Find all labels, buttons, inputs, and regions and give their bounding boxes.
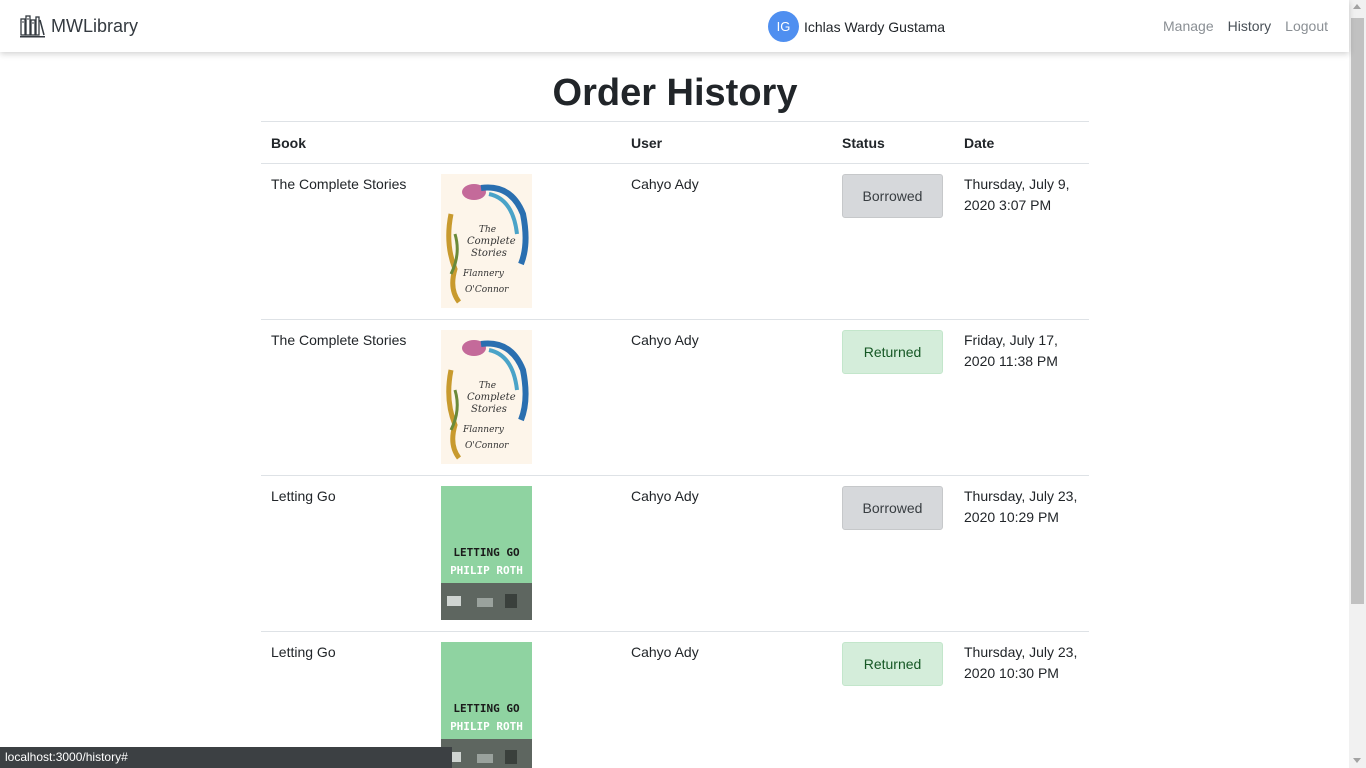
scrollbar-thumb[interactable] [1351, 18, 1364, 604]
nav-history-link[interactable]: History [1228, 18, 1272, 34]
header-user: User [621, 121, 832, 164]
cover-title-2: Complete [467, 236, 516, 247]
date-cell: Thursday, July 23, 2020 10:29 PM [954, 475, 1089, 632]
brand-name: MWLibrary [51, 15, 139, 36]
book-cell: Letting Go LETTING GO PHILIP ROTH [261, 475, 621, 632]
book-cover-image[interactable]: The Complete Stories Flannery O'Connor [441, 174, 532, 308]
nav-manage-link[interactable]: Manage [1163, 18, 1214, 34]
browser-status-bar: localhost:3000/history# [0, 747, 452, 768]
book-cover-image[interactable]: The Complete Stories Flannery O'Connor [441, 330, 532, 464]
brand-link[interactable]: MWLibrary [19, 14, 138, 38]
status-borrowed-button[interactable]: Borrowed [842, 486, 943, 530]
user-cell: Cahyo Ady [621, 163, 832, 320]
cover-title: LETTING GO [453, 546, 520, 559]
scroll-up-arrow-icon[interactable] [1353, 4, 1361, 9]
book-cover-image[interactable]: LETTING GO PHILIP ROTH [441, 642, 532, 768]
status-borrowed-button[interactable]: Borrowed [842, 174, 943, 218]
cover-author-2: O'Connor [465, 441, 509, 451]
header-date: Date [954, 121, 1089, 164]
cover-title-1: The [479, 225, 496, 235]
cover-author-1: Flannery [462, 425, 505, 435]
cover-title-1: The [479, 381, 496, 391]
cover-title: LETTING GO [453, 702, 520, 715]
status-cell: Returned [832, 631, 954, 768]
table-row: The Complete Stories The Complete Storie… [261, 319, 1089, 476]
status-returned-button[interactable]: Returned [842, 642, 943, 686]
table-header-row: Book User Status Date [261, 121, 1089, 164]
avatar[interactable]: IG [768, 11, 799, 42]
status-cell: Borrowed [832, 163, 954, 320]
cover-title-3: Stories [471, 248, 507, 259]
main-content: Order History Book User Status Date The … [261, 52, 1089, 768]
table-row: Letting Go LETTING GO PHILIP ROTH Cahyo … [261, 475, 1089, 632]
user-cell: Cahyo Ady [621, 631, 832, 768]
cover-author-1: Flannery [462, 269, 505, 279]
library-icon [20, 15, 45, 38]
cover-author: PHILIP ROTH [450, 720, 523, 733]
nav-logout-link[interactable]: Logout [1285, 18, 1328, 34]
date-cell: Friday, July 17, 2020 11:38 PM [954, 319, 1089, 476]
cover-title-2: Complete [467, 392, 516, 403]
status-returned-button[interactable]: Returned [842, 330, 943, 374]
book-title: The Complete Stories [271, 332, 407, 348]
cover-author: PHILIP ROTH [450, 564, 523, 577]
book-title: Letting Go [271, 488, 336, 504]
date-cell: Thursday, July 9, 2020 3:07 PM [954, 163, 1089, 320]
date-cell: Thursday, July 23, 2020 10:30 PM [954, 631, 1089, 768]
user-info: IG Ichlas Wardy Gustama [768, 11, 945, 42]
table-row: The Complete Stories The Complete Storie… [261, 163, 1089, 320]
order-history-table: Book User Status Date The Complete Stori… [261, 121, 1089, 768]
page-scrollbar[interactable] [1349, 0, 1366, 768]
navbar: MWLibrary IG Ichlas Wardy Gustama Manage… [0, 0, 1349, 52]
book-cell: The Complete Stories The Complete Storie… [261, 319, 621, 476]
scroll-down-arrow-icon[interactable] [1353, 758, 1361, 763]
header-status: Status [832, 121, 954, 164]
cover-title-3: Stories [471, 404, 507, 415]
status-cell: Returned [832, 319, 954, 476]
user-cell: Cahyo Ady [621, 475, 832, 632]
page-title: Order History [552, 72, 798, 114]
book-title: The Complete Stories [271, 176, 407, 192]
book-cover-image[interactable]: LETTING GO PHILIP ROTH [441, 486, 532, 620]
cover-author-2: O'Connor [465, 285, 509, 295]
status-cell: Borrowed [832, 475, 954, 632]
user-name: Ichlas Wardy Gustama [804, 18, 946, 35]
book-cell: The Complete Stories The Complete Storie… [261, 163, 621, 320]
user-cell: Cahyo Ady [621, 319, 832, 476]
nav-links: Manage History Logout [1149, 18, 1328, 34]
header-book: Book [261, 121, 621, 164]
